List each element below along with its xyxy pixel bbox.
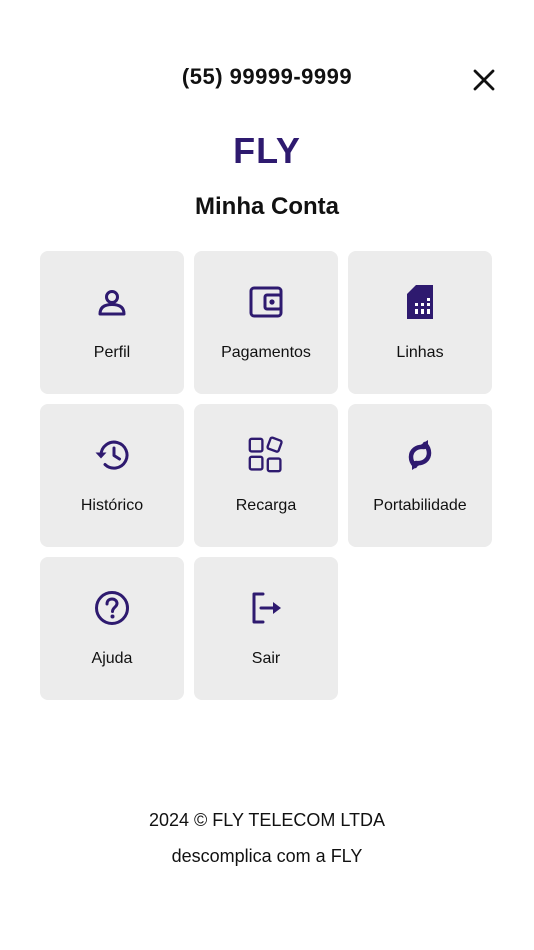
brand-logo: FLY (233, 130, 301, 171)
menu-item-label: Sair (251, 650, 281, 667)
menu-item-label: Linhas (396, 344, 444, 361)
sim-card-icon (402, 283, 438, 321)
menu-item-ajuda[interactable]: Ajuda (40, 557, 184, 700)
menu-item-label: Perfil (93, 344, 131, 361)
menu-item-linhas[interactable]: Linhas (348, 251, 492, 394)
menu-item-recarga[interactable]: Recarga (194, 404, 338, 547)
menu-item-label: Pagamentos (221, 344, 311, 361)
menu-item-label: Portabilidade (373, 497, 467, 514)
menu-item-label: Recarga (235, 497, 297, 514)
menu-item-sair[interactable]: Sair (194, 557, 338, 700)
wallet-icon (248, 283, 284, 321)
menu-item-portabilidade[interactable]: Portabilidade (348, 404, 492, 547)
logout-icon (248, 589, 284, 627)
menu-item-pagamentos[interactable]: Pagamentos (194, 251, 338, 394)
menu-item-label: Histórico (80, 497, 144, 514)
footer-tagline: descomplica com a FLY (171, 846, 363, 866)
menu-item-label: Ajuda (91, 650, 133, 667)
menu-grid: Perfil Pagamentos Linhas Histórico Recar… (40, 251, 494, 700)
phone-number: (55) 99999-9999 (181, 64, 353, 89)
history-icon (94, 436, 130, 474)
menu-item-historico[interactable]: Histórico (40, 404, 184, 547)
account-menu-screen: (55) 99999-9999 FLY Minha Conta Perfil P… (0, 0, 534, 950)
help-circle-icon (94, 589, 130, 627)
footer-copyright: 2024 © FLY TELECOM LTDA (148, 810, 386, 830)
sync-icon (402, 436, 438, 474)
user-icon (94, 283, 130, 321)
close-icon (473, 69, 495, 91)
menu-item-perfil[interactable]: Perfil (40, 251, 184, 394)
apps-grid-icon (248, 436, 284, 474)
close-button[interactable] (470, 66, 498, 94)
page-title: Minha Conta (195, 193, 339, 220)
